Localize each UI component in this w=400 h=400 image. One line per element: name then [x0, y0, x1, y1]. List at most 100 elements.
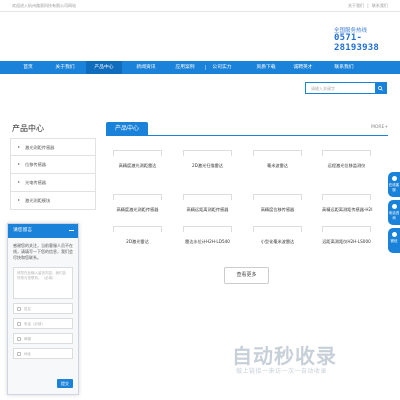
float-wechat[interactable]: 微信 [388, 228, 400, 253]
search-icon [378, 85, 383, 91]
products-tab[interactable]: 产品中心 [106, 122, 148, 136]
top-links: 关于我们 | 联系我们 [348, 3, 390, 9]
chevron-right-icon [18, 146, 20, 148]
watermark-subtext: 做上链接一来访一次一自动收录 [236, 368, 328, 375]
product-card[interactable]: 高精度位移传感器 [253, 194, 302, 213]
message-textarea[interactable]: 请您在此输入留言内容，我们会尽快与您联系。（必填） [13, 267, 73, 299]
product-card[interactable]: 远程激光位移监测仪 [322, 150, 371, 169]
sidebar-item-photoelectric[interactable]: 光电传感器 [10, 174, 96, 192]
product-card[interactable]: 高精远距离测距传感器 [183, 194, 232, 213]
product-image [113, 226, 162, 232]
message-widget-header[interactable]: 请您留言 [8, 224, 78, 238]
sidebar-item-displacement[interactable]: 位移传感器 [10, 156, 96, 174]
search-input[interactable]: 请输入关键字 [311, 86, 335, 92]
welcome-text: 欢迎进入杭州路晋科技有限公司网站 [12, 3, 76, 8]
nav-item-contact[interactable]: 联系我们 [325, 61, 363, 74]
product-name: 远程激光位移监测仪 [327, 163, 366, 168]
float-online-service[interactable]: 在线客服 [388, 172, 400, 197]
product-image [322, 194, 371, 200]
email-field[interactable]: 邮箱 [13, 333, 73, 344]
products-header: 产品中心 [106, 122, 388, 136]
product-card[interactable]: 2D激光扫描雷达 [183, 150, 232, 169]
user-icon [17, 307, 21, 311]
main-nav: 首页 关于我们 产品中心 新闻资讯 应用案例 公司实力 资质下载 诚聘英才 联系… [0, 61, 400, 74]
phone-icon [17, 322, 21, 326]
product-image [113, 150, 162, 156]
product-card[interactable]: 小型化毫米波雷达 [253, 226, 302, 245]
more-link[interactable]: MORE+ [371, 125, 388, 130]
nav-item-cases[interactable]: 应用案例 [167, 61, 203, 74]
message-widget-title: 请您留言 [13, 228, 33, 233]
name-field[interactable]: 姓名 [13, 303, 73, 314]
product-name: 高精远距离测距传感器 [186, 207, 229, 212]
mail-icon [17, 337, 21, 341]
address-field[interactable]: 地址 [13, 348, 73, 359]
nav-item-about[interactable]: 关于我们 [47, 61, 83, 74]
product-name: 小型化毫米波雷达 [260, 239, 295, 244]
sidebar-title: 产品中心 [12, 124, 44, 133]
chat-icon [391, 176, 397, 181]
nav-item-news[interactable]: 新闻资讯 [126, 61, 166, 74]
phone-field[interactable]: 电话（必填） [13, 318, 73, 329]
location-icon [17, 352, 21, 356]
product-name: 高精度位移传感器 [260, 207, 295, 212]
nav-item-downloads[interactable]: 资质下载 [247, 61, 285, 74]
product-card[interactable]: 高精度激光测距传感器 [113, 194, 162, 213]
sidebar-list: 激光测距传感器 位移传感器 光电传感器 激光测距模块 [10, 138, 96, 210]
product-image [183, 150, 232, 156]
chevron-right-icon [18, 181, 20, 183]
product-name: 雷达水位计H2H-LD540 [185, 239, 230, 244]
hotline-number: 0571-28193938 [334, 33, 379, 53]
product-image [253, 226, 302, 232]
nav-item-careers[interactable]: 诚聘英才 [284, 61, 322, 74]
product-card[interactable]: 高精远距离测距传感器-H2I [322, 194, 373, 213]
watermark: 自动秒收录 做上链接一来访一次一自动收录 [232, 336, 392, 386]
product-card[interactable]: 远距离测距仪H2H-LS000 [322, 226, 371, 245]
sidebar-item-label: 位移传感器 [25, 162, 46, 167]
sidebar-item-label: 激光测距模块 [25, 198, 51, 203]
sidebar-item-laser-module[interactable]: 激光测距模块 [10, 192, 96, 210]
product-image [183, 226, 232, 232]
product-card[interactable]: 毫米波雷达 [253, 150, 302, 169]
product-card[interactable]: 雷达水位计H2H-LD540 [183, 226, 232, 245]
float-label: 微信 [390, 239, 398, 243]
view-more-button[interactable]: 查看更多 [224, 267, 269, 284]
search-box[interactable]: 请输入关键字 [305, 82, 387, 94]
product-image [183, 194, 232, 200]
nav-separator [205, 65, 206, 70]
message-widget: 请您留言 感谢您的关注，当前客服人员不在线，请填写一下您的信息，我们会尽快和您联… [7, 223, 79, 395]
product-image [113, 194, 162, 200]
product-image [253, 194, 302, 200]
product-name: 高精度激光测距雷达 [118, 163, 157, 168]
float-phone[interactable]: 电话咨询 [388, 200, 400, 225]
search-button[interactable] [375, 83, 386, 93]
product-image [322, 150, 371, 156]
nav-item-home[interactable]: 首页 [13, 61, 43, 74]
contact-link[interactable]: 联系我们 [372, 3, 388, 8]
minimize-icon[interactable] [69, 230, 74, 231]
product-name: 远距离测距仪H2H-LS000 [322, 239, 371, 244]
product-name: 2D激光扫描雷达 [191, 163, 223, 168]
product-image [253, 150, 302, 156]
phone-icon [391, 204, 397, 209]
wechat-icon [391, 232, 397, 237]
product-card[interactable]: 高精度激光测距雷达 [113, 150, 162, 169]
sidebar-item-laser-ranging[interactable]: 激光测距传感器 [10, 138, 96, 156]
float-label: 电话咨询 [388, 211, 400, 220]
product-name: 高精远距离测距传感器-H2I [322, 207, 373, 212]
product-card[interactable]: 2D激光雷达 [113, 226, 162, 245]
offline-message: 感谢您的关注，当前客服人员不在线，请填写一下您的信息，我们会尽快和您联系。 [13, 243, 73, 260]
product-image [322, 226, 371, 232]
sidebar-item-label: 激光测距传感器 [25, 145, 55, 150]
product-name: 高精度激光测距传感器 [116, 207, 159, 212]
float-label: 在线客服 [388, 183, 400, 192]
nav-item-products[interactable]: 产品中心 [86, 61, 122, 74]
nav-item-strength[interactable]: 公司实力 [203, 61, 241, 74]
watermark-logo: 自动秒收录 [232, 344, 337, 368]
link-divider: | [367, 3, 369, 8]
submit-button[interactable]: 提交 [57, 379, 73, 388]
chevron-right-icon [18, 199, 20, 201]
about-link[interactable]: 关于我们 [348, 3, 364, 8]
chevron-right-icon [18, 163, 20, 165]
product-name: 2D激光雷达 [126, 239, 149, 244]
